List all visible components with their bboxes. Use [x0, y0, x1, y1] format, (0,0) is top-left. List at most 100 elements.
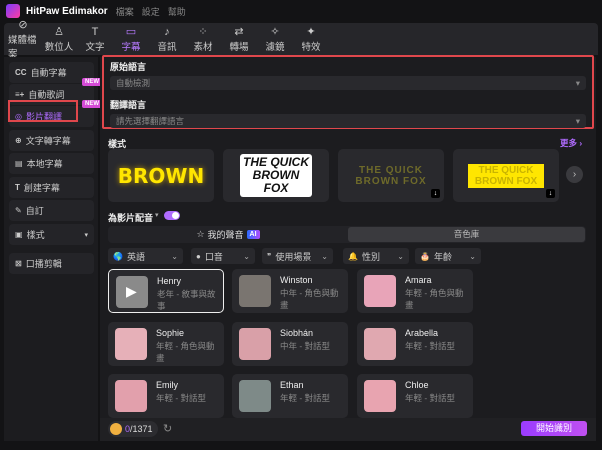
- tool-audio[interactable]: ♪ 音訊: [152, 23, 182, 55]
- credits-counter: 0/1371: [108, 421, 158, 437]
- tool-avatar[interactable]: ♙ 數位人: [44, 23, 74, 55]
- voice-avatar: [115, 328, 147, 360]
- media-icon: ⊘: [18, 18, 28, 31]
- style-preview-text: THE QUICK BROWN FOX: [355, 164, 427, 187]
- sidebar-item-8[interactable]: ⊠ 口播剪輯: [9, 253, 94, 274]
- play-icon[interactable]: ▶: [126, 283, 137, 300]
- translate-language-box: 原始語言 自動檢測 ▾ 翻譯語言 請先選擇翻譯語言 ▾: [102, 55, 594, 129]
- filter-label: 性別: [361, 251, 380, 262]
- tab-my-voice[interactable]: ☆ 我的聲音 AI: [108, 226, 348, 243]
- sidebar-item-5[interactable]: T 創建字幕: [9, 177, 94, 198]
- avatar-icon: ♙: [54, 25, 64, 38]
- more-styles-link[interactable]: 更多 ›: [560, 137, 582, 149]
- voice-description: 中年 - 對話型: [280, 341, 331, 351]
- menu-help[interactable]: 幫助: [168, 5, 186, 18]
- voice-description: 年輕 - 角色與動畫: [405, 288, 464, 310]
- chevron-down-icon: ⌄: [469, 251, 476, 261]
- sidebar-item-label: 自訂: [25, 206, 44, 216]
- tool-label: 特效: [301, 41, 321, 53]
- sidebar-item-icon: ✎: [15, 206, 22, 215]
- filter-label: 英語: [126, 251, 145, 262]
- tool-label: 音訊: [157, 41, 177, 53]
- dubbing-toggle[interactable]: [164, 211, 180, 220]
- sidebar-item-label: 自動字幕: [30, 68, 67, 78]
- voice-description: 年輕 - 對話型: [405, 341, 456, 351]
- voice-description: 年輕 - 對話型: [280, 393, 331, 403]
- voice-name: Siobhán: [280, 328, 314, 338]
- download-icon[interactable]: ↓: [431, 189, 440, 198]
- tool-subtitle[interactable]: ▭ 字幕: [116, 23, 146, 55]
- voice-card[interactable]: Emily 年輕 - 對話型: [108, 374, 224, 418]
- subtitle-icon: ▭: [125, 25, 137, 38]
- source-language-value: 自動檢測: [116, 78, 151, 88]
- voice-avatar: [239, 328, 271, 360]
- target-language-select[interactable]: 請先選擇翻譯語言 ▾: [110, 114, 586, 128]
- sidebar-item-icon: ▣: [15, 230, 23, 239]
- app-logo: [6, 4, 20, 18]
- filter-icon: 🎂: [420, 251, 430, 261]
- refresh-icon[interactable]: ↻: [163, 422, 172, 435]
- voice-card[interactable]: Sophie 年輕 - 角色與動畫: [108, 322, 224, 366]
- start-recognition-button[interactable]: 開始識別: [521, 421, 587, 436]
- voice-avatar: [239, 275, 271, 307]
- target-language-label: 翻譯語言: [110, 100, 147, 110]
- voice-card[interactable]: Amara 年輕 - 角色與動畫: [357, 269, 473, 313]
- style-card-1[interactable]: BROWN: [108, 149, 214, 202]
- voice-name: Amara: [405, 275, 432, 285]
- sidebar-item-icon: T: [15, 183, 20, 192]
- sidebar-item-7[interactable]: ▣ 樣式 ▾: [9, 224, 94, 245]
- filter-dropdown-1[interactable]: ● 口音 ⌄: [191, 248, 255, 264]
- voice-card[interactable]: Arabella 年輕 - 對話型: [357, 322, 473, 366]
- style-card-4[interactable]: THE QUICK BROWN FOX ↓: [453, 149, 559, 202]
- style-card-2[interactable]: THE QUICK BROWN FOX: [223, 149, 329, 202]
- filter-icon: ●: [196, 251, 201, 261]
- voice-name: Winston: [280, 275, 313, 285]
- voice-card[interactable]: Ethan 年輕 - 對話型: [232, 374, 348, 418]
- audio-icon: ♪: [164, 25, 170, 38]
- style-card-3[interactable]: THE QUICK BROWN FOX ↓: [338, 149, 444, 202]
- new-badge: NEW: [82, 100, 102, 108]
- voice-card[interactable]: Siobhán 中年 - 對話型: [232, 322, 348, 366]
- app-title: HitPaw Edimakor: [26, 5, 108, 17]
- transition-icon: ⇄: [234, 25, 244, 38]
- voice-avatar: [364, 275, 396, 307]
- source-language-select[interactable]: 自動檢測 ▾: [110, 76, 586, 90]
- filter-dropdown-0[interactable]: 🌎 英語 ⌄: [108, 248, 183, 264]
- filter-dropdown-2[interactable]: ❞ 使用場景 ⌄: [262, 248, 333, 264]
- tab-voice-library[interactable]: 音色庫: [348, 227, 585, 242]
- voice-name: Ethan: [280, 380, 304, 390]
- voice-card[interactable]: ▶ Henry 老年 - 敘事與故事: [108, 269, 224, 313]
- filter-icon: 🌎: [113, 251, 123, 261]
- sidebar-item-label: 文字轉字幕: [25, 136, 71, 146]
- tool-effects[interactable]: ✦ 特效: [296, 23, 326, 55]
- menu-settings[interactable]: 設定: [142, 5, 160, 18]
- next-styles-button[interactable]: ›: [566, 166, 583, 183]
- caret-down-icon: ▾: [575, 77, 580, 88]
- filter-icon: ❞: [267, 251, 272, 261]
- menu-file[interactable]: 檔案: [116, 5, 134, 18]
- tool-transition[interactable]: ⇄ 轉場: [224, 23, 254, 55]
- chevron-down-icon: ⌄: [397, 251, 404, 261]
- voice-avatar: ▶: [116, 276, 148, 308]
- star-icon: ☆: [196, 229, 205, 239]
- tab-label: 音色庫: [453, 229, 480, 239]
- sidebar-item-4[interactable]: ▤ 本地字幕: [9, 153, 94, 174]
- filter-dropdown-4[interactable]: 🎂 年齡 ⌄: [415, 248, 481, 264]
- voice-card[interactable]: Winston 中年 - 角色與動畫: [232, 269, 348, 313]
- new-badge: NEW: [82, 78, 102, 86]
- caret-down-icon[interactable]: ▾: [84, 231, 88, 239]
- tool-assets[interactable]: ⁘ 素材: [188, 23, 218, 55]
- sidebar-item-6[interactable]: ✎ 自訂: [9, 200, 94, 221]
- sidebar-item-3[interactable]: ⊕ 文字轉字幕: [9, 130, 94, 151]
- sidebar-item-label: 口播剪輯: [25, 259, 62, 269]
- ai-badge: AI: [246, 230, 260, 239]
- tool-filter[interactable]: ✧ 濾鏡: [260, 23, 290, 55]
- target-language-placeholder: 請先選擇翻譯語言: [116, 116, 185, 126]
- tool-media[interactable]: ⊘ 媒體檔案: [8, 19, 38, 60]
- voice-card[interactable]: Chloe 年輕 - 對話型: [357, 374, 473, 418]
- download-icon[interactable]: ↓: [546, 189, 555, 198]
- tool-text[interactable]: T 文字: [80, 23, 110, 55]
- caret-down-icon[interactable]: ▾: [155, 211, 159, 219]
- filter-dropdown-3[interactable]: 🔔 性別 ⌄: [343, 248, 409, 264]
- voice-description: 老年 - 敘事與故事: [157, 289, 216, 311]
